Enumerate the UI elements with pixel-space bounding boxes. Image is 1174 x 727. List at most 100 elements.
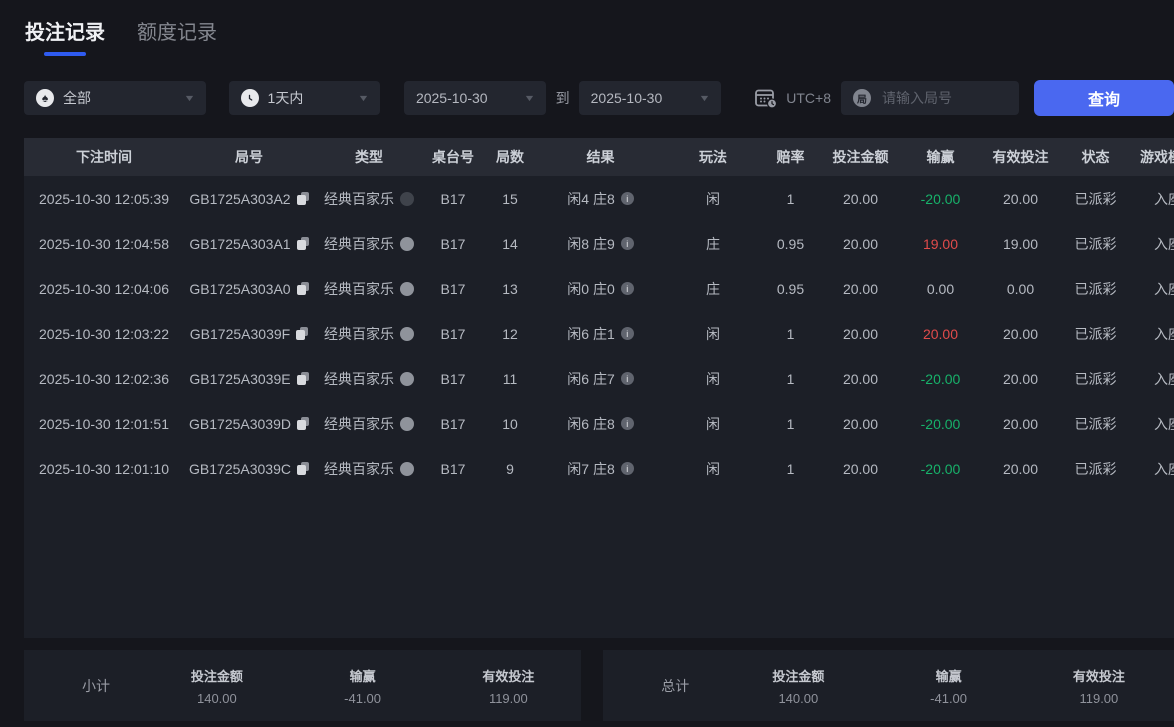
total-panel: 总计 投注金额 140.00 输赢 -41.00 有效投注 119.00 (603, 650, 1174, 721)
col-table-no: 桌台号 (424, 138, 482, 176)
round-search-field[interactable]: 局 (841, 81, 1019, 115)
info-icon[interactable]: i (620, 417, 634, 430)
timezone-value: UTC+8 (786, 90, 831, 106)
replay-dot-icon[interactable] (400, 416, 414, 431)
copy-icon[interactable] (296, 462, 309, 475)
replay-dot-icon[interactable] (400, 281, 414, 296)
copy-icon[interactable] (296, 372, 309, 385)
round-number: 12 (502, 325, 518, 342)
time-range-value: 1天内 (267, 90, 304, 106)
info-icon[interactable]: i (620, 237, 634, 250)
copy-icon[interactable] (296, 327, 309, 340)
date-from-select[interactable]: 2025-10-30 ▼ (403, 81, 546, 115)
round-id-cell: GB1725A3039D (184, 401, 314, 446)
play-type: 闲 (706, 190, 720, 207)
replay-dot-icon[interactable] (400, 461, 414, 476)
total-valid-bet: 有效投注 119.00 (1072, 668, 1125, 706)
table-row[interactable]: 2025-10-30 12:04:06 GB1725A303A0 经典百家乐 B… (24, 266, 1174, 311)
result-value: 闲6 庄7 (567, 370, 615, 387)
bet-records-table: 下注时间 局号 类型 桌台号 局数 结果 玩法 赔率 投注金额 输赢 有效投注 … (24, 138, 1174, 638)
status-badge: 已派彩 (1074, 190, 1117, 207)
round-id: GB1725A303A2 (189, 190, 291, 207)
status-badge: 已派彩 (1074, 415, 1117, 432)
table-header: 下注时间 局号 类型 桌台号 局数 结果 玩法 赔率 投注金额 输赢 有效投注 … (24, 138, 1174, 176)
result-value: 闲8 庄9 (567, 235, 615, 252)
result-cell: 闲6 庄1 i (538, 311, 663, 356)
round-number: 9 (506, 460, 514, 477)
valid-bet: 20.00 (1002, 415, 1039, 432)
play-type: 闲 (706, 460, 720, 477)
bet-amount: 20.00 (842, 370, 879, 387)
game-type-cell: 经典百家乐 (314, 356, 424, 401)
copy-icon[interactable] (296, 192, 309, 205)
game-type: 经典百家乐 (324, 460, 394, 477)
col-odds: 赔率 (763, 138, 818, 176)
round-number: 10 (502, 415, 518, 432)
result-value: 闲7 庄8 (567, 460, 615, 477)
copy-icon[interactable] (296, 282, 309, 295)
round-search-input[interactable] (880, 89, 1014, 107)
game-mode: 入座 (1154, 235, 1174, 252)
copy-icon[interactable] (296, 237, 309, 250)
time-range-select[interactable]: 1天内 ▼ (228, 81, 380, 115)
info-icon[interactable]: i (620, 372, 634, 385)
col-bet-amount: 投注金额 (818, 138, 903, 176)
odds: 1 (786, 325, 795, 342)
copy-icon[interactable] (296, 417, 309, 430)
game-type: 经典百家乐 (324, 190, 394, 207)
game-type-select[interactable]: ♠ 全部 ▼ (24, 81, 206, 115)
clock-icon (240, 89, 259, 107)
game-type-cell: 经典百家乐 (314, 266, 424, 311)
table-row[interactable]: 2025-10-30 12:02:36 GB1725A3039E 经典百家乐 B… (24, 356, 1174, 401)
bet-time: 2025-10-30 12:01:51 (39, 415, 169, 432)
valid-bet: 20.00 (1002, 460, 1039, 477)
table-row[interactable]: 2025-10-30 12:01:10 GB1725A3039C 经典百家乐 B… (24, 446, 1174, 491)
game-mode: 入座 (1154, 280, 1174, 297)
result-cell: 闲8 庄9 i (538, 221, 663, 266)
tab-quota-records[interactable]: 额度记录 (137, 16, 217, 45)
play-type: 闲 (706, 415, 720, 432)
game-type: 经典百家乐 (324, 325, 394, 342)
odds: 1 (786, 370, 795, 387)
timezone-indicator: UTC+8 (753, 86, 831, 110)
win-loss: 19.00 (922, 235, 959, 252)
replay-dot-icon[interactable] (400, 236, 414, 251)
info-icon[interactable]: i (620, 327, 634, 340)
tab-bet-records[interactable]: 投注记录 (25, 16, 105, 56)
play-type: 闲 (706, 370, 720, 387)
game-type: 经典百家乐 (324, 370, 394, 387)
info-icon[interactable]: i (620, 462, 634, 475)
game-type: 经典百家乐 (324, 415, 394, 432)
tab-bet-records-label: 投注记录 (25, 22, 105, 44)
status-badge: 已派彩 (1074, 280, 1117, 297)
game-type-cell: 经典百家乐 (314, 221, 424, 266)
date-to-select[interactable]: 2025-10-30 ▼ (578, 81, 722, 115)
col-game-mode: 游戏模式 (1128, 138, 1174, 176)
table-row[interactable]: 2025-10-30 12:01:51 GB1725A3039D 经典百家乐 B… (24, 401, 1174, 446)
result-cell: 闲6 庄8 i (538, 401, 663, 446)
play-type: 闲 (706, 325, 720, 342)
replay-dot-icon[interactable] (400, 371, 414, 386)
query-button[interactable]: 查询 (1034, 80, 1174, 116)
valid-bet: 19.00 (1002, 235, 1039, 252)
round-id-cell: GB1725A303A1 (184, 221, 314, 266)
valid-bet: 20.00 (1002, 190, 1039, 207)
round-id: GB1725A3039C (189, 460, 291, 477)
result-cell: 闲6 庄7 i (538, 356, 663, 401)
table-row[interactable]: 2025-10-30 12:03:22 GB1725A3039F 经典百家乐 B… (24, 311, 1174, 356)
info-icon[interactable]: i (620, 192, 634, 205)
table-row[interactable]: 2025-10-30 12:05:39 GB1725A303A2 经典百家乐 B… (24, 176, 1174, 221)
result-cell: 闲0 庄0 i (538, 266, 663, 311)
chevron-down-icon: ▼ (182, 93, 196, 103)
round-id: GB1725A303A0 (189, 280, 291, 297)
round-number: 15 (502, 190, 518, 207)
col-result: 结果 (538, 138, 663, 176)
info-icon[interactable]: i (620, 282, 634, 295)
bet-time: 2025-10-30 12:02:36 (39, 370, 169, 387)
summary-bar: 小计 投注金额 140.00 输赢 -41.00 有效投注 119.00 总计 … (24, 650, 1174, 721)
replay-dot-icon[interactable] (400, 191, 414, 206)
replay-dot-icon[interactable] (400, 326, 414, 341)
valid-bet: 0.00 (1006, 280, 1035, 297)
table-row[interactable]: 2025-10-30 12:04:58 GB1725A303A1 经典百家乐 B… (24, 221, 1174, 266)
result-value: 闲0 庄0 (567, 280, 615, 297)
